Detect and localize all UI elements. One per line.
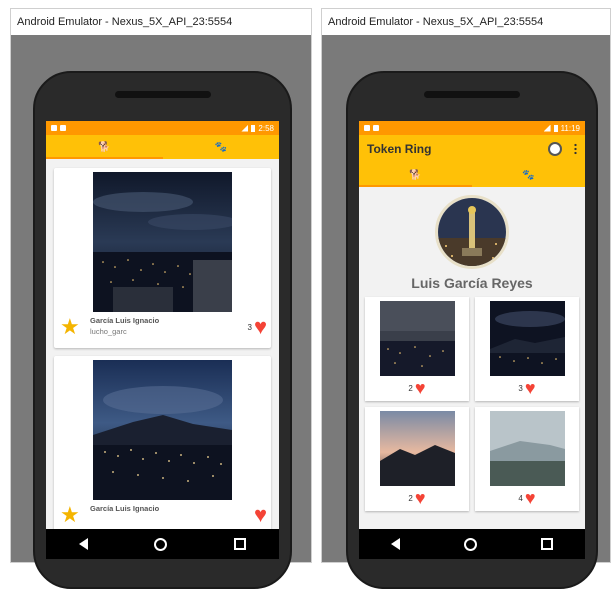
home-icon[interactable] bbox=[464, 537, 477, 551]
grid-photo[interactable] bbox=[489, 411, 565, 486]
heart-icon[interactable]: ♥ bbox=[525, 379, 536, 397]
speaker-grille bbox=[424, 91, 520, 98]
notification-icon bbox=[60, 125, 66, 131]
paw-icon: 🐾 bbox=[214, 141, 227, 153]
nav-bar bbox=[359, 529, 585, 559]
battery-icon bbox=[251, 124, 256, 132]
tab-paws[interactable]: 🐾 bbox=[163, 135, 280, 159]
emulator-window-right: Android Emulator - Nexus_5X_API_23:5554 … bbox=[321, 8, 611, 589]
status-time: 11:19 bbox=[560, 123, 580, 133]
heart-icon[interactable]: ♥ bbox=[254, 316, 267, 338]
recent-apps-icon[interactable] bbox=[541, 538, 553, 550]
photo-grid[interactable]: 2 ♥ 3 ♥ 2 ♥ 4 ♥ bbox=[359, 291, 585, 511]
post-photo[interactable] bbox=[93, 172, 232, 312]
back-icon[interactable] bbox=[79, 538, 89, 550]
heart-icon[interactable]: ♥ bbox=[415, 379, 426, 397]
dog-icon: 🐕 bbox=[409, 169, 422, 181]
grid-card[interactable]: 2 ♥ bbox=[365, 407, 469, 511]
status-bar: 11:19 bbox=[359, 121, 585, 135]
paw-icon: 🐾 bbox=[522, 169, 535, 181]
post-username: lucho_garc bbox=[90, 327, 127, 336]
like-count: 3 bbox=[247, 322, 252, 332]
app-screen: 2:58 🐕 🐾 ★ García Luis Ignacio lucho_gar… bbox=[46, 121, 279, 531]
grid-card[interactable]: 4 ♥ bbox=[475, 407, 579, 511]
like-count: 3 bbox=[518, 383, 523, 393]
app-toolbar: Token Ring bbox=[359, 135, 585, 163]
phone-frame: 11:19 Token Ring 🐕 🐾 Luis García Reyes 2… bbox=[346, 71, 598, 589]
home-icon[interactable] bbox=[154, 537, 168, 551]
status-time: 2:58 bbox=[258, 123, 274, 133]
window-title: Android Emulator - Nexus_5X_API_23:5554 bbox=[322, 9, 610, 36]
grid-photo[interactable] bbox=[379, 301, 455, 376]
more-options-icon[interactable] bbox=[574, 143, 577, 155]
avatar[interactable] bbox=[435, 195, 509, 269]
post-author: García Luis Ignacio bbox=[90, 316, 160, 325]
grid-card[interactable]: 2 ♥ bbox=[365, 297, 469, 401]
grid-photo[interactable] bbox=[489, 301, 565, 376]
like-count: 2 bbox=[408, 383, 413, 393]
notification-icon bbox=[373, 125, 379, 131]
profile-header: Luis García Reyes bbox=[359, 187, 585, 291]
avatar-photo bbox=[438, 198, 506, 266]
signal-icon bbox=[241, 124, 249, 132]
phone-frame: 2:58 🐕 🐾 ★ García Luis Ignacio lucho_gar… bbox=[33, 71, 292, 589]
heart-icon[interactable]: ♥ bbox=[415, 489, 426, 507]
notification-icon bbox=[51, 125, 57, 131]
tab-dogs[interactable]: 🐕 bbox=[359, 163, 472, 187]
like-count: 4 bbox=[518, 493, 523, 503]
heart-icon[interactable]: ♥ bbox=[525, 489, 536, 507]
tab-paws[interactable]: 🐾 bbox=[472, 163, 585, 187]
post-card[interactable]: ★ García Luis Ignacio lucho_garc 3 ♥ bbox=[54, 168, 271, 348]
battery-icon bbox=[553, 124, 558, 132]
window-title: Android Emulator - Nexus_5X_API_23:5554 bbox=[11, 9, 311, 36]
status-bar: 2:58 bbox=[46, 121, 279, 135]
post-photo[interactable] bbox=[93, 360, 232, 500]
recent-apps-icon[interactable] bbox=[233, 538, 246, 550]
tab-bar: 🐕 🐾 bbox=[46, 135, 279, 159]
star-icon[interactable]: ★ bbox=[60, 316, 86, 338]
signal-icon bbox=[543, 124, 551, 132]
notification-icon bbox=[364, 125, 370, 131]
grid-card[interactable]: 3 ♥ bbox=[475, 297, 579, 401]
star-icon[interactable]: ★ bbox=[60, 504, 86, 526]
emulator-window-left: Android Emulator - Nexus_5X_API_23:5554 … bbox=[10, 8, 312, 589]
post-card[interactable]: ★ García Luis Ignacio ♥ bbox=[54, 356, 271, 531]
app-screen: 11:19 Token Ring 🐕 🐾 Luis García Reyes 2… bbox=[359, 121, 585, 531]
grid-photo[interactable] bbox=[379, 411, 455, 486]
tab-dogs[interactable]: 🐕 bbox=[46, 135, 163, 159]
settings-icon[interactable] bbox=[548, 142, 562, 156]
app-title: Token Ring bbox=[367, 142, 432, 156]
back-icon[interactable] bbox=[391, 538, 400, 550]
dog-icon: 🐕 bbox=[98, 141, 111, 153]
tab-bar: 🐕 🐾 bbox=[359, 163, 585, 187]
speaker-grille bbox=[114, 91, 211, 98]
nav-bar bbox=[46, 529, 279, 559]
heart-icon[interactable]: ♥ bbox=[254, 504, 267, 526]
photo-feed[interactable]: ★ García Luis Ignacio lucho_garc 3 ♥ ★ G… bbox=[46, 159, 279, 531]
post-author: García Luis Ignacio bbox=[90, 504, 160, 513]
like-count: 2 bbox=[408, 493, 413, 503]
profile-name: Luis García Reyes bbox=[411, 275, 533, 291]
